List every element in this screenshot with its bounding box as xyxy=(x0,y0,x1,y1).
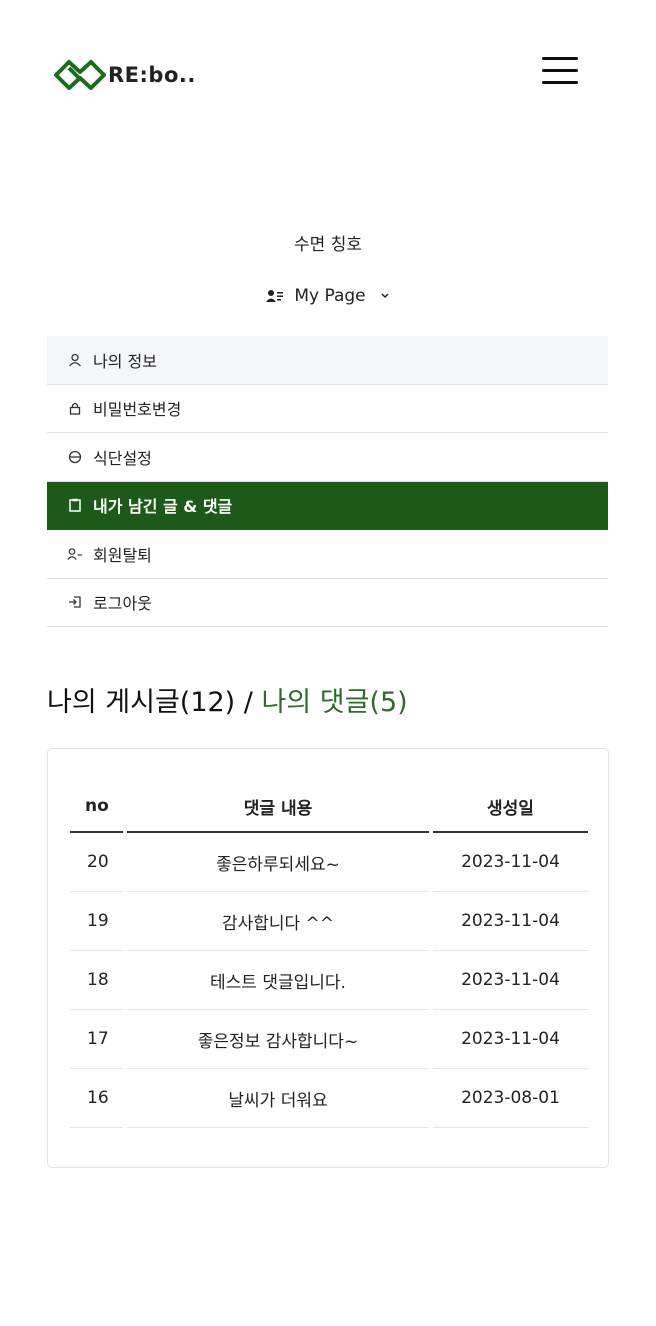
header: RE:bo.. xyxy=(0,0,656,150)
hamburger-icon-bar xyxy=(542,68,578,72)
cell-no: 20 xyxy=(70,833,123,892)
menu-item-label: 회원탈퇴 xyxy=(93,545,152,565)
title-separator: / xyxy=(235,687,262,718)
cell-content[interactable]: 좋은하루되세요~ xyxy=(127,833,429,892)
menu-item-logout[interactable]: 로그아웃 xyxy=(47,579,608,627)
menu-item-label: 비밀번호변경 xyxy=(93,400,182,420)
my-comments-tab[interactable]: 나의 댓글(5) xyxy=(261,687,407,718)
menu-item-label: 내가 남긴 글 & 댓글 xyxy=(93,497,233,517)
hamburger-menu-button[interactable] xyxy=(536,50,584,90)
chevron-down-icon xyxy=(381,293,389,299)
menu-item-my-info[interactable]: 나의 정보 xyxy=(47,336,608,385)
logo-icon xyxy=(54,60,106,90)
table-row[interactable]: 20 좋은하루되세요~ 2023-11-04 xyxy=(70,833,588,892)
mypage-label: My Page xyxy=(294,286,366,306)
logo-text: RE:bo.. xyxy=(108,63,196,87)
section-title: 나의 게시글(12) / 나의 댓글(5) xyxy=(47,680,408,719)
table-header-row: no 댓글 내용 생성일 xyxy=(70,781,588,833)
cell-content[interactable]: 테스트 댓글입니다. xyxy=(127,951,429,1010)
menu-item-label: 식단설정 xyxy=(93,448,152,468)
column-header-date: 생성일 xyxy=(433,781,588,833)
logout-icon xyxy=(67,594,83,610)
hamburger-icon-bar xyxy=(542,56,578,60)
cell-date: 2023-11-04 xyxy=(433,833,588,892)
comments-table: no 댓글 내용 생성일 20 좋은하루되세요~ 2023-11-04 19 감… xyxy=(70,781,588,1128)
menu-item-label: 로그아웃 xyxy=(93,594,152,614)
column-header-no: no xyxy=(70,781,123,833)
column-header-content: 댓글 내용 xyxy=(127,781,429,833)
menu-item-change-password[interactable]: 비밀번호변경 xyxy=(47,385,608,433)
clipboard-icon xyxy=(67,497,83,513)
cell-date: 2023-08-01 xyxy=(433,1069,588,1128)
cell-date: 2023-11-04 xyxy=(433,951,588,1010)
cell-date: 2023-11-04 xyxy=(433,892,588,951)
cell-content[interactable]: 좋은정보 감사합니다~ xyxy=(127,1010,429,1069)
person-icon xyxy=(67,352,83,368)
cell-no: 18 xyxy=(70,951,123,1010)
logo[interactable]: RE:bo.. xyxy=(50,56,196,94)
plate-icon xyxy=(67,449,83,465)
lock-icon xyxy=(67,400,83,416)
mypage-menu: 나의 정보 비밀번호변경 식단설정 내가 남긴 글 & 댓글 회원탈퇴 로그아웃 xyxy=(47,336,608,627)
my-posts-tab[interactable]: 나의 게시글(12) xyxy=(47,687,235,718)
user-nickname: 수면 칭호 xyxy=(294,235,362,255)
cell-no: 16 xyxy=(70,1069,123,1128)
cell-no: 19 xyxy=(70,892,123,951)
table-row[interactable]: 18 테스트 댓글입니다. 2023-11-04 xyxy=(70,951,588,1010)
hamburger-icon-bar xyxy=(542,80,578,84)
comments-card: no 댓글 내용 생성일 20 좋은하루되세요~ 2023-11-04 19 감… xyxy=(47,748,609,1168)
menu-item-my-posts-comments[interactable]: 내가 남긴 글 & 댓글 xyxy=(47,481,608,530)
mypage-dropdown[interactable]: My Page xyxy=(0,286,656,306)
cell-date: 2023-11-04 xyxy=(433,1010,588,1069)
menu-item-label: 나의 정보 xyxy=(93,351,157,371)
menu-item-diet-settings[interactable]: 식단설정 xyxy=(47,433,608,482)
person-lines-icon xyxy=(266,290,284,302)
cell-no: 17 xyxy=(70,1010,123,1069)
table-row[interactable]: 19 감사합니다 ^^ 2023-11-04 xyxy=(70,892,588,951)
cell-content[interactable]: 날씨가 더워요 xyxy=(127,1069,429,1128)
table-row[interactable]: 16 날씨가 더워요 2023-08-01 xyxy=(70,1069,588,1128)
cell-content[interactable]: 감사합니다 ^^ xyxy=(127,892,429,951)
person-dash-icon xyxy=(67,546,83,562)
menu-item-withdraw[interactable]: 회원탈퇴 xyxy=(47,530,608,579)
table-row[interactable]: 17 좋은정보 감사합니다~ 2023-11-04 xyxy=(70,1010,588,1069)
